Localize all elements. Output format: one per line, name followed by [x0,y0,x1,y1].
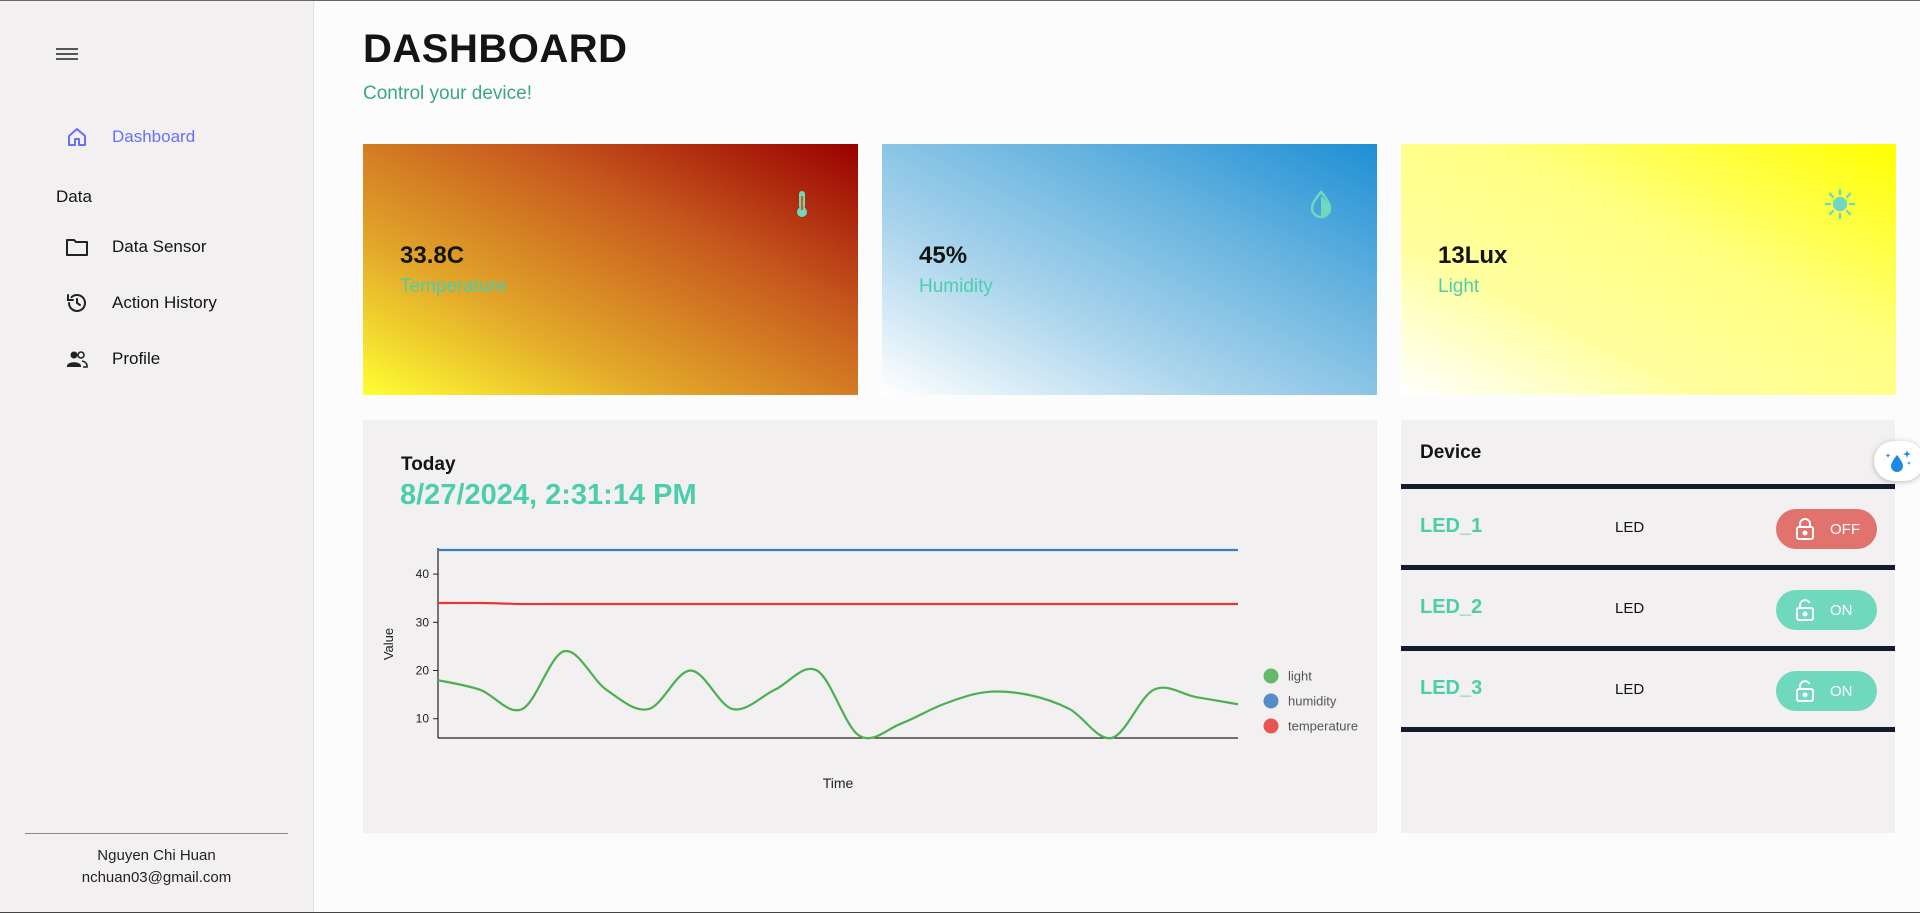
unlock-icon [1796,680,1814,702]
sidebar-item-profile[interactable]: Profile [64,339,160,379]
page-subtitle: Control your device! [363,83,532,104]
device-name: LED_2 [1420,596,1483,618]
light-card: 13Lux Light [1401,144,1896,395]
user-name: Nguyen Chi Huan [97,847,216,864]
legend-label-humidity: humidity [1288,694,1337,709]
history-icon [64,290,90,316]
light-label: Light [1438,276,1480,297]
chart-y-tick-label: 20 [416,664,430,678]
chart-x-axis-label: Time [823,775,854,791]
chart-y-tick-label: 40 [416,567,430,581]
device-row-led-3: LED_3 LED ON [1401,651,1895,727]
chart-series-line-temperature [437,601,1238,606]
device-row-led-1: LED_1 LED OFF [1401,489,1895,565]
device-type: LED [1615,681,1645,698]
toggle-state: OFF [1830,520,1860,538]
sparkle-water-button[interactable] [1874,441,1920,481]
chart-series-line-light [437,650,1239,740]
humidity-label: Humidity [919,276,993,297]
water-drop-icon [1305,188,1337,220]
sidebar-item-dashboard[interactable]: Dashboard [64,117,195,157]
device-type: LED [1615,519,1645,536]
device-name: LED_1 [1420,515,1483,537]
temperature-label: Temperature [400,276,507,297]
device-separator [1401,727,1895,732]
sparkle-water-icon [1885,450,1911,472]
legend-marker-humidity [1263,693,1279,709]
sidebar-item-label: Data Sensor [112,237,207,256]
user-email: nchuan03@gmail.com [81,869,232,886]
chart-y-tick-label: 10 [416,712,430,726]
sidebar-edge [313,1,314,913]
led-3-toggle-button[interactable]: ON [1776,671,1877,711]
toggle-state: ON [1830,601,1853,619]
hamburger-menu-icon[interactable] [54,45,80,67]
sidebar-item-label: Action History [112,293,217,312]
sidebar-item-data-sensor[interactable]: Data Sensor [64,227,207,267]
folder-icon [64,234,90,260]
sensor-line-chart: 10 20 30 40 Value Time light humidity temperatur… [381,548,1358,791]
page-title: DASHBOARD [363,27,628,71]
legend-label-light: light [1288,669,1312,684]
sidebar-item-label: Profile [112,349,161,368]
thermometer-icon [786,188,818,220]
led-2-toggle-button[interactable]: ON [1776,590,1877,630]
device-panel-title: Device [1420,442,1482,463]
sun-icon [1824,188,1856,220]
home-icon [64,124,90,150]
device-row-led-2: LED_2 LED ON [1401,570,1895,646]
device-panel: Device LED_1 LED OFF LED_2 LED ON LED_3 … [1401,420,1895,833]
sidebar: Dashboard Data Data Sensor Action Histor… [0,1,313,913]
sidebar-item-action-history[interactable]: Action History [64,283,217,323]
light-value: 13Lux [1438,242,1508,269]
device-type: LED [1615,600,1645,617]
device-name: LED_3 [1420,677,1483,699]
legend-marker-temperature [1263,718,1279,734]
sidebar-divider [25,833,288,834]
legend-marker-light [1263,668,1279,684]
chart-panel: Today 8/27/2024, 2:31:14 PM 10 20 30 40 Valu… [363,420,1377,833]
sidebar-section-label: Data [56,187,92,206]
toggle-state: ON [1830,682,1853,700]
chart-y-axis-label: Value [381,628,396,660]
temperature-card: 33.8C Temperature [363,144,858,395]
sidebar-item-label: Dashboard [112,127,196,146]
chart-y-tick-label: 30 [416,615,430,629]
legend-label-temperature: temperature [1288,719,1358,734]
lock-icon [1796,518,1814,540]
led-1-toggle-button[interactable]: OFF [1776,509,1877,549]
humidity-card: 45% Humidity [882,144,1377,395]
humidity-value: 45% [919,242,968,269]
temperature-value: 33.8C [400,242,465,269]
unlock-icon [1796,599,1814,621]
people-icon [64,346,90,372]
